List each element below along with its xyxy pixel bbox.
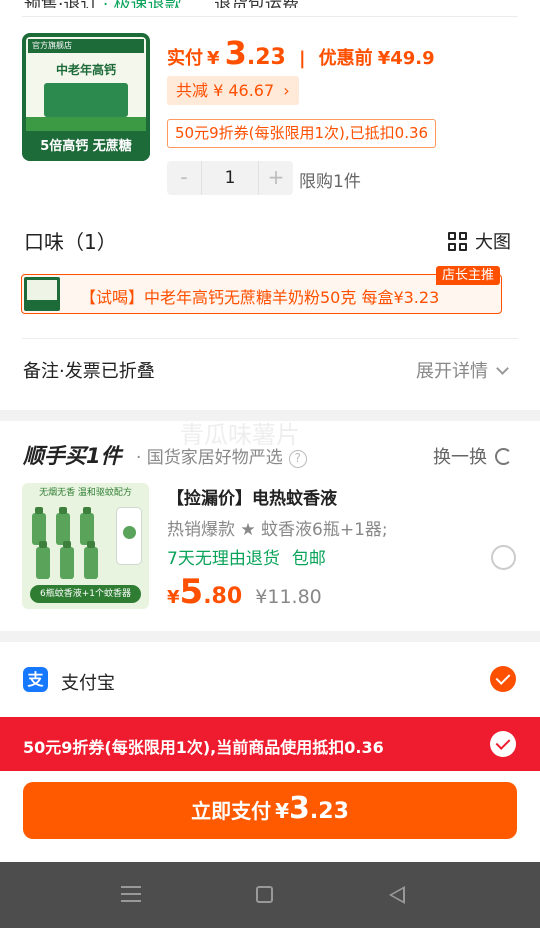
purchase-limit: 限购1件 xyxy=(299,172,361,192)
addon-currency: ¥ xyxy=(167,587,180,608)
pay-now-currency: ¥ xyxy=(275,799,290,823)
sku-thumbnail xyxy=(24,277,60,311)
pay-now-integer: 3 xyxy=(289,791,310,826)
device-graphic xyxy=(116,507,142,565)
service-text-left: 预售·退订 xyxy=(24,0,97,8)
increase-button[interactable]: + xyxy=(259,161,293,195)
refresh-icon xyxy=(495,448,512,465)
expand-details-label: 展开详情 xyxy=(416,361,488,382)
product-image-caption: 5倍高钙 无蔗糖 xyxy=(22,133,150,161)
pay-amount: 实付 ¥ 3.23 | 优惠前 ¥49.9 xyxy=(167,34,435,74)
service-strip: 预售·退订 · 极速退款 退货包运费 xyxy=(24,0,524,8)
service-return: 7天无理由退货 xyxy=(167,549,280,569)
addon-old-price: ¥11.80 xyxy=(255,586,322,608)
flavor-title: 口味（1） xyxy=(24,230,117,254)
quantity-input[interactable]: 1 xyxy=(201,161,259,195)
help-icon[interactable]: ? xyxy=(288,450,307,468)
coupon-check-icon[interactable] xyxy=(490,731,516,757)
alipay-icon: 支 xyxy=(23,667,48,692)
addon-select-radio[interactable] xyxy=(491,545,516,570)
pay-label: 实付 xyxy=(167,48,203,69)
addon-price-decimal: .80 xyxy=(203,584,243,609)
addon-product-spec: 热销爆款 ★ 蚊香液6瓶+1器; xyxy=(167,520,388,540)
addon-price: ¥5.80 ¥11.80 xyxy=(167,572,322,612)
total-discount-text: 共减 ¥ 46.67 xyxy=(176,81,275,100)
addon-product-name[interactable]: 【捡漏价】电热蚊香液 xyxy=(167,484,337,509)
pay-now-decimal: .23 xyxy=(309,799,349,824)
pay-decimal: .23 xyxy=(246,45,286,70)
service-free-shipping: 包邮 xyxy=(291,549,326,569)
alipay-label[interactable]: 支付宝 xyxy=(61,669,115,695)
bottle-graphic xyxy=(36,541,50,579)
coupon-notice-bar[interactable]: 50元9折券(每张限用1次),当前商品使用抵扣0.36 xyxy=(0,717,540,771)
bottle-graphic xyxy=(84,541,98,579)
remark-label: 备注·发票已折叠 xyxy=(23,361,155,382)
divider xyxy=(22,338,518,339)
addon-subtitle-text: · 国货家居好物严选 xyxy=(136,448,283,468)
product-image[interactable]: 官方旗舰店 中老年高钙 5倍高钙 无蔗糖 xyxy=(22,33,150,161)
sku-option-selected[interactable]: 【试喝】中老年高钙无蔗糖羊奶粉50克 每盒¥3.23 店长主推 xyxy=(21,266,502,314)
alipay-check-icon[interactable] xyxy=(490,666,516,692)
pay-now-button[interactable]: 立即支付 ¥3.23 xyxy=(23,782,517,839)
pay-integer: 3 xyxy=(224,34,247,72)
product-grass-graphic xyxy=(26,117,146,131)
addon-image-caption: 6瓶蚊香液+1个蚊香器 xyxy=(30,585,141,603)
product-image-brand: 官方旗舰店 xyxy=(32,41,72,50)
original-price: ¥49.9 xyxy=(377,48,435,69)
addon-product-image[interactable]: 无烟无香 温和驱蚊配方 6瓶蚊香液+1个蚊香器 xyxy=(22,483,149,609)
swap-label: 换一换 xyxy=(433,447,487,468)
coupon-tag[interactable]: 50元9折券(每张限用1次),已抵扣0.36 xyxy=(167,119,437,148)
expand-details-button[interactable]: 展开详情 xyxy=(416,357,509,383)
price-separator: | xyxy=(298,48,306,69)
menu-icon[interactable] xyxy=(121,886,141,902)
divider xyxy=(22,16,518,17)
total-discount-tag[interactable]: 共减 ¥ 46.67 › xyxy=(167,76,299,105)
product-box-graphic xyxy=(44,83,128,117)
service-text-green: · 极速退款 xyxy=(103,0,182,8)
addon-subtitle: · 国货家居好物严选? xyxy=(136,443,307,468)
product-image-title: 中老年高钙 xyxy=(55,63,116,77)
bottle-graphic xyxy=(60,541,74,579)
back-icon[interactable] xyxy=(389,886,405,904)
decrease-button[interactable]: - xyxy=(167,161,201,195)
swap-button[interactable]: 换一换 xyxy=(433,443,512,469)
quantity-stepper: - 1 + xyxy=(167,161,293,195)
addon-title: 顺手买1件 xyxy=(23,444,122,468)
sku-text: 【试喝】中老年高钙无蔗糖羊奶粉50克 每盒¥3.23 xyxy=(80,288,440,307)
grid-icon xyxy=(448,232,467,251)
addon-image-header: 无烟无香 温和驱蚊配方 xyxy=(39,488,132,498)
chevron-down-icon xyxy=(496,362,509,375)
pay-now-label: 立即支付 xyxy=(191,799,272,823)
addon-price-integer: 5 xyxy=(179,572,204,612)
sku-recommend-badge: 店长主推 xyxy=(435,266,500,285)
addon-services: 7天无理由退货 包邮 xyxy=(167,544,338,569)
original-price-label: 优惠前 xyxy=(318,48,373,69)
big-picture-toggle[interactable]: 大图 xyxy=(448,228,511,253)
pay-currency: ¥ xyxy=(207,48,220,69)
big-picture-label: 大图 xyxy=(475,232,511,253)
service-text-right: 退货包运费 xyxy=(214,0,299,8)
home-icon[interactable] xyxy=(256,886,273,903)
chevron-right-icon: › xyxy=(283,81,290,100)
coupon-notice-text: 50元9折券(每张限用1次),当前商品使用抵扣0.36 xyxy=(23,738,384,757)
